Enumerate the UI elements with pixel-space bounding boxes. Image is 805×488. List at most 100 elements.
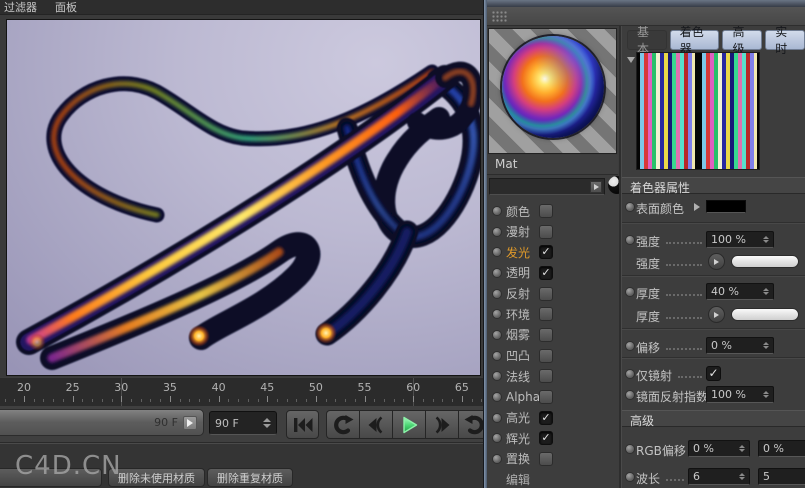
channel-row[interactable]: 烟雾 <box>487 326 619 344</box>
channel-checkbox[interactable] <box>539 451 553 466</box>
parameter-dot[interactable] <box>626 370 634 378</box>
offset-value-field[interactable]: 0 % <box>706 337 774 354</box>
menu-panel[interactable]: 面板 <box>55 0 77 15</box>
channel-checkbox[interactable] <box>539 224 553 239</box>
channel-checkbox[interactable] <box>539 307 553 322</box>
channel-label[interactable]: Alpha <box>506 390 540 404</box>
channel-checkbox[interactable] <box>539 389 553 404</box>
channel-dot[interactable] <box>493 268 501 277</box>
channel-row[interactable]: 颜色 <box>487 202 619 220</box>
channel-label[interactable]: 环境 <box>506 306 530 323</box>
parameter-dot[interactable] <box>626 445 634 453</box>
channel-dot[interactable] <box>493 227 501 236</box>
rgb-offset-field-2[interactable]: 0 % <box>758 440 805 457</box>
channel-dot[interactable] <box>493 413 501 422</box>
play-button[interactable] <box>392 410 425 439</box>
goto-start-button[interactable] <box>286 410 319 439</box>
channel-checkbox[interactable]: ✓ <box>539 265 553 280</box>
thickness-value-field[interactable]: 40 % <box>706 283 774 300</box>
channel-dot[interactable] <box>493 310 501 319</box>
channel-dot[interactable] <box>493 289 501 298</box>
material-preview-area[interactable] <box>488 28 617 154</box>
thickness-slider-button[interactable] <box>708 306 725 323</box>
channel-label[interactable]: 法线 <box>506 368 530 385</box>
wavelength-field-1[interactable]: 6 <box>688 468 750 485</box>
channel-row[interactable]: 反射 <box>487 285 619 303</box>
parameter-dot[interactable] <box>626 342 634 350</box>
thickness-slider[interactable] <box>731 308 799 321</box>
channel-row[interactable]: 置换 <box>487 450 619 468</box>
material-name-row[interactable]: Mat <box>487 155 618 175</box>
timeline-slider[interactable]: 90 F <box>0 409 204 436</box>
shader-preview-stripes[interactable] <box>636 52 760 170</box>
tab-advanced[interactable]: 高级 <box>722 26 763 56</box>
delete-unused-materials-button[interactable]: 删除未使用材质 <box>108 468 205 487</box>
channel-dot[interactable] <box>493 351 501 360</box>
channel-dot[interactable] <box>493 392 501 401</box>
parameter-dot[interactable] <box>626 203 634 211</box>
mirror-only-checkbox[interactable]: ✓ <box>706 366 721 381</box>
frame-stepper[interactable] <box>263 418 271 428</box>
channel-label[interactable]: 烟雾 <box>506 326 530 343</box>
channel-row[interactable]: 辉光 ✓ <box>487 429 619 447</box>
channel-dot[interactable] <box>493 434 501 443</box>
channel-label[interactable]: 编辑 <box>506 471 530 488</box>
goto-previous-frame-button[interactable] <box>359 410 392 439</box>
timeline-slider-grip[interactable] <box>183 415 197 430</box>
color-expand-icon[interactable] <box>694 203 700 211</box>
channel-checkbox[interactable] <box>539 327 553 342</box>
channel-label[interactable]: 反射 <box>506 285 530 302</box>
channel-row[interactable]: 凹凸 <box>487 347 619 365</box>
channel-row[interactable]: 高光 ✓ <box>487 409 619 427</box>
tab-realtime[interactable]: 实时 <box>765 26 805 56</box>
parameter-dot[interactable] <box>626 391 634 399</box>
channel-checkbox[interactable]: ✓ <box>539 245 553 260</box>
material-name-field[interactable] <box>489 178 605 195</box>
parameter-dot[interactable] <box>626 288 634 296</box>
strength-slider[interactable] <box>731 255 799 268</box>
channel-label[interactable]: 置换 <box>506 450 530 467</box>
channel-checkbox[interactable]: ✓ <box>539 410 553 425</box>
channel-label[interactable]: 凹凸 <box>506 347 530 364</box>
channel-dot[interactable] <box>493 454 501 463</box>
channel-checkbox[interactable] <box>539 348 553 363</box>
channel-label[interactable]: 透明 <box>506 264 530 281</box>
channel-checkbox[interactable]: ✓ <box>539 431 553 446</box>
tab-basic[interactable]: 基本 <box>627 26 667 56</box>
channel-row[interactable]: 透明 ✓ <box>487 264 619 282</box>
rgb-offset-field-1[interactable]: 0 % <box>688 440 750 457</box>
channel-label[interactable]: 高光 <box>506 409 530 426</box>
delete-duplicate-materials-button[interactable]: 删除重复材质 <box>207 468 293 487</box>
parameter-dot[interactable] <box>626 236 634 244</box>
field-expand-chip[interactable] <box>590 180 602 193</box>
strength-value-field[interactable]: 100 % <box>706 231 774 248</box>
channel-checkbox[interactable] <box>539 204 553 218</box>
tab-shader[interactable]: 着色器 <box>669 26 720 56</box>
preview-shape-icon[interactable] <box>608 176 619 194</box>
channel-row[interactable]: 法线 <box>487 367 619 385</box>
goto-next-frame-button[interactable] <box>425 410 458 439</box>
3d-viewport[interactable] <box>6 19 481 376</box>
channel-row[interactable]: 漫射 <box>487 223 619 241</box>
channel-label[interactable]: 发光 <box>506 244 530 261</box>
channel-dot[interactable] <box>493 207 501 215</box>
channel-row[interactable]: Alpha <box>487 388 619 406</box>
channel-dot[interactable] <box>493 372 501 381</box>
channel-checkbox[interactable] <box>539 286 553 301</box>
specular-index-field[interactable]: 100 % <box>706 386 774 403</box>
parameter-dot[interactable] <box>626 473 634 481</box>
toolbar-drag-handle-icon[interactable] <box>492 10 508 22</box>
channel-row[interactable]: 环境 <box>487 305 619 323</box>
goto-previous-key-button[interactable] <box>326 410 359 439</box>
channel-label[interactable]: 颜色 <box>506 203 530 220</box>
surface-color-swatch[interactable] <box>706 200 746 213</box>
channel-row[interactable]: 编辑 <box>487 470 619 488</box>
channel-row[interactable]: 发光 ✓ <box>487 243 619 261</box>
menu-filter[interactable]: 过滤器 <box>4 0 37 15</box>
channel-checkbox[interactable] <box>539 369 553 384</box>
material-preview-sphere[interactable] <box>502 36 604 138</box>
strength-slider-button[interactable] <box>708 253 725 270</box>
shader-collapse-icon[interactable] <box>627 57 635 63</box>
channel-label[interactable]: 漫射 <box>506 223 530 240</box>
channel-dot[interactable] <box>493 248 501 257</box>
